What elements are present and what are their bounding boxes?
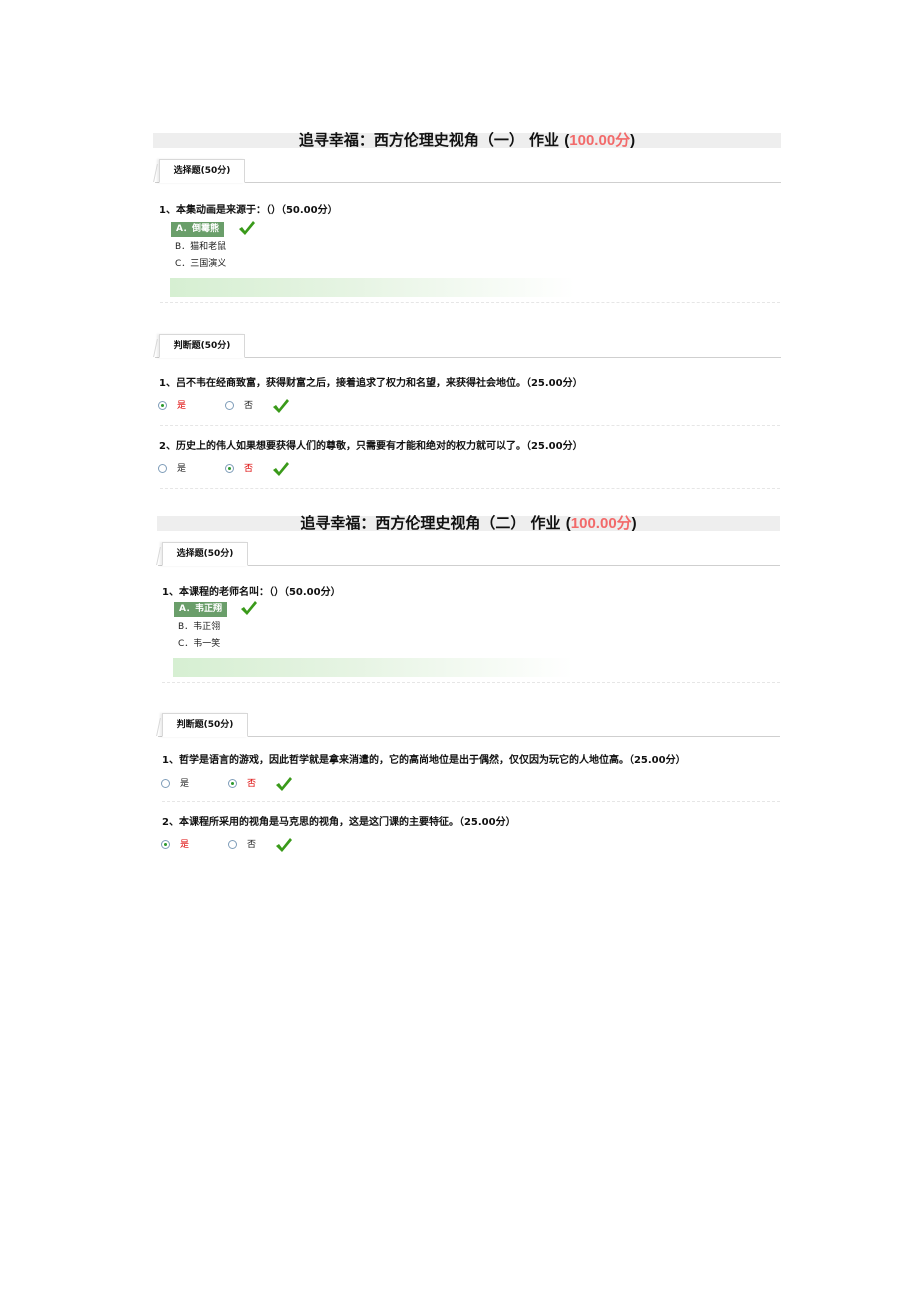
- radio-icon[interactable]: [225, 401, 234, 410]
- answer-feedback-bar: [170, 278, 575, 297]
- homework-title: 追寻幸福：西方伦理史视角（二） 作业 (100.00分): [157, 516, 780, 531]
- radio-icon[interactable]: [158, 401, 167, 410]
- radio-label-yes[interactable]: 是: [177, 400, 186, 412]
- option-a-selected[interactable]: A．韦正翔: [174, 602, 227, 617]
- option-a-selected[interactable]: A．倒霉熊: [171, 222, 224, 237]
- radio-icon[interactable]: [228, 840, 237, 849]
- homework-score: 100.00分: [569, 132, 631, 149]
- question-text: 1、本集动画是来源于：（）（50.00分）: [159, 205, 338, 216]
- question-text: 1、本课程的老师名叫：（）（50.00分）: [162, 587, 341, 598]
- radio-group: 是 否: [158, 462, 308, 477]
- radio-label-no[interactable]: 否: [244, 463, 253, 475]
- option-b[interactable]: B．韦正翎: [178, 620, 220, 634]
- radio-group: 是 否: [158, 399, 308, 414]
- question-text: 2、本课程所采用的视角是马克思的视角，这是这门课的主要特征。（25.00分）: [162, 817, 516, 828]
- divider: [162, 682, 780, 683]
- radio-label-yes[interactable]: 是: [180, 839, 189, 851]
- homework-title: 追寻幸福：西方伦理史视角（一） 作业 (100.00分): [153, 133, 781, 148]
- option-c[interactable]: C．三国演义: [175, 257, 226, 271]
- radio-icon[interactable]: [228, 779, 237, 788]
- question-text: 2、历史上的伟人如果想要获得人们的尊敬，只需要有才能和绝对的权力就可以了。（25…: [159, 441, 583, 452]
- check-icon: [241, 601, 257, 615]
- radio-label-yes[interactable]: 是: [180, 778, 189, 790]
- tab-judge[interactable]: 判断题(50分): [162, 713, 248, 737]
- radio-icon[interactable]: [225, 464, 234, 473]
- radio-icon[interactable]: [161, 840, 170, 849]
- tab-judge[interactable]: 判断题(50分): [159, 334, 245, 358]
- section-tabbar: 判断题(50分): [158, 712, 780, 737]
- homework-score: 100.00分: [570, 515, 632, 532]
- radio-label-yes[interactable]: 是: [177, 463, 186, 475]
- homework-title-text: 追寻幸福：西方伦理史视角（一） 作业: [298, 131, 560, 149]
- option-b[interactable]: B．猫和老鼠: [175, 240, 226, 254]
- check-icon: [273, 399, 289, 413]
- option-c[interactable]: C．韦一笑: [178, 637, 220, 651]
- divider: [160, 425, 780, 426]
- divider: [162, 801, 780, 802]
- radio-icon[interactable]: [158, 464, 167, 473]
- section-tabbar: 判断题(50分): [155, 333, 781, 358]
- divider: [160, 488, 780, 489]
- answer-feedback-bar: [173, 658, 573, 677]
- question-text: 1、哲学是语言的游戏，因此哲学就是拿来消遣的，它的高尚地位是出于偶然，仅仅因为玩…: [162, 755, 686, 766]
- radio-label-no[interactable]: 否: [247, 778, 256, 790]
- check-icon: [273, 462, 289, 476]
- homework-title-text: 追寻幸福：西方伦理史视角（二） 作业: [300, 514, 561, 532]
- radio-group: 是 否: [161, 777, 311, 792]
- radio-label-no[interactable]: 否: [247, 839, 256, 851]
- tab-choice[interactable]: 选择题(50分): [159, 159, 245, 183]
- check-icon: [276, 838, 292, 852]
- radio-label-no[interactable]: 否: [244, 400, 253, 412]
- divider: [160, 302, 780, 303]
- check-icon: [276, 777, 292, 791]
- check-icon: [239, 221, 255, 235]
- section-tabbar: 选择题(50分): [155, 158, 781, 183]
- radio-icon[interactable]: [161, 779, 170, 788]
- section-tabbar: 选择题(50分): [158, 541, 780, 566]
- radio-group: 是 否: [161, 838, 311, 853]
- tab-choice[interactable]: 选择题(50分): [162, 542, 248, 566]
- question-text: 1、吕不韦在经商致富，获得财富之后，接着追求了权力和名望，来获得社会地位。（25…: [159, 378, 583, 389]
